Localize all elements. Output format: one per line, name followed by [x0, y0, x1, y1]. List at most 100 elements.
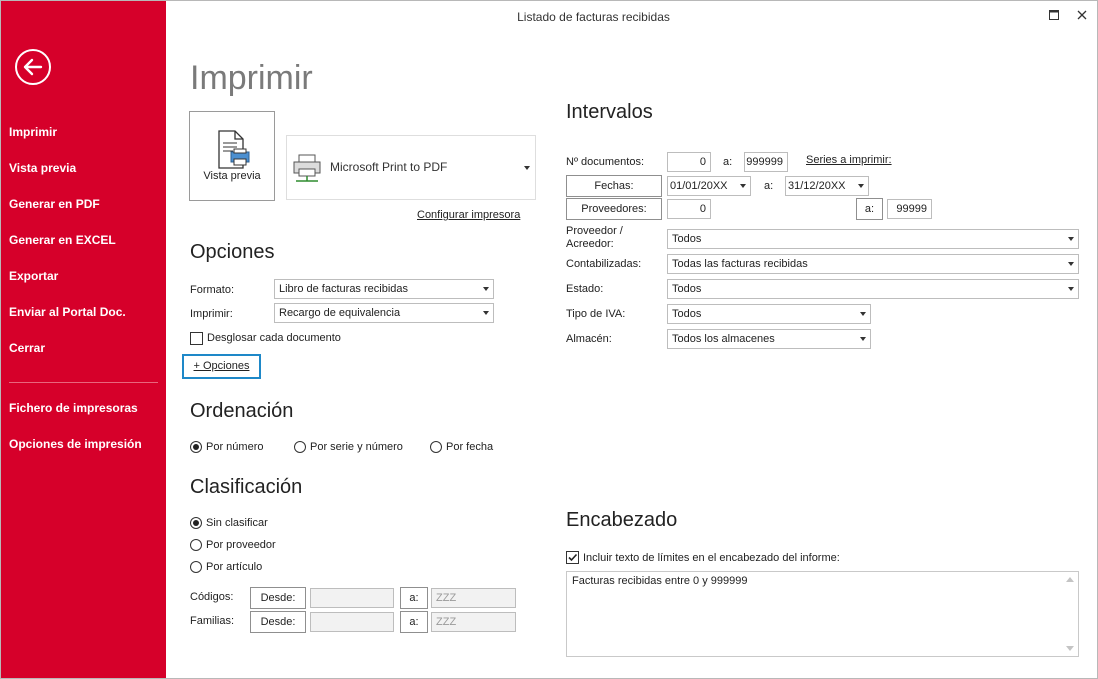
scroll-up-icon [1066, 577, 1074, 582]
estado-select[interactable]: Todos [667, 279, 1079, 299]
window-title: Listado de facturas recibidas [517, 10, 670, 24]
codigos-a-button[interactable]: a: [400, 587, 428, 609]
sidebar-item-exportar[interactable]: Exportar [9, 269, 58, 283]
printer-select[interactable]: Microsoft Print to PDF [286, 135, 536, 200]
back-button[interactable] [15, 49, 51, 85]
tipo-iva-select[interactable]: Todos [667, 304, 871, 324]
chevron-down-icon [860, 337, 866, 341]
contabilizadas-label: Contabilizadas: [566, 258, 642, 270]
radio-sin-clasificar[interactable] [190, 517, 202, 529]
chevron-down-icon [483, 287, 489, 291]
radio-por-numero[interactable] [190, 441, 202, 453]
preview-button[interactable]: Vista previa [189, 111, 275, 201]
maximize-icon [1049, 10, 1059, 20]
proveedores-from-input[interactable]: 0 [667, 199, 711, 219]
por-numero-label: Por número [206, 441, 264, 453]
encabezado-textarea[interactable]: Facturas recibidas entre 0 y 999999 [566, 571, 1079, 657]
familias-label: Familias: [190, 615, 235, 627]
checkmark-icon [568, 553, 578, 562]
por-proveedor-label: Por proveedor [206, 539, 276, 551]
imprimir-select[interactable]: Recargo de equivalencia [274, 303, 494, 323]
maximize-button[interactable] [1044, 7, 1064, 23]
imprimir-value: Recargo de equivalencia [279, 307, 401, 319]
fecha-from-input[interactable]: 01/01/20XX [667, 176, 751, 196]
sidebar-item-generar-pdf[interactable]: Generar en PDF [9, 197, 100, 211]
codigos-hasta-input[interactable]: ZZZ [431, 588, 516, 608]
chevron-down-icon [860, 312, 866, 316]
documentos-to-input[interactable]: 999999 [744, 152, 788, 172]
printer-name: Microsoft Print to PDF [330, 160, 448, 174]
fechas-a-label: a: [764, 180, 774, 192]
radio-por-fecha[interactable] [430, 441, 442, 453]
codigos-desde-button[interactable]: Desde: [250, 587, 306, 609]
sidebar-item-generar-excel[interactable]: Generar en EXCEL [9, 233, 116, 247]
codigos-label: Códigos: [190, 591, 234, 603]
por-articulo-label: Por artículo [206, 561, 263, 573]
sidebar-item-fichero-impresoras[interactable]: Fichero de impresoras [9, 401, 138, 415]
intervalos-heading: Intervalos [566, 101, 653, 123]
incluir-limites-checkbox[interactable] [566, 551, 579, 564]
proveedores-button[interactable]: Proveedores: [566, 198, 662, 220]
textarea-scrollbar[interactable] [1062, 572, 1078, 656]
documentos-from-input[interactable]: 0 [667, 152, 711, 172]
encabezado-text: Facturas recibidas entre 0 y 999999 [572, 575, 748, 587]
chevron-down-icon [1068, 287, 1074, 291]
desglosar-label: Desglosar cada documento [207, 332, 341, 344]
proveedor-select[interactable]: Todos [667, 229, 1079, 249]
sidebar-item-vista-previa[interactable]: Vista previa [9, 161, 76, 175]
sidebar: Imprimir Vista previa Generar en PDF Gen… [1, 1, 166, 678]
desglosar-checkbox[interactable] [190, 332, 203, 345]
series-imprimir-link[interactable]: Series a imprimir: [806, 154, 892, 166]
almacen-label: Almacén: [566, 333, 612, 345]
radio-por-serie-numero[interactable] [294, 441, 306, 453]
formato-value: Libro de facturas recibidas [279, 283, 409, 295]
arrow-left-icon [23, 58, 43, 76]
tipo-iva-value: Todos [672, 308, 702, 320]
proveedores-to-input[interactable]: 99999 [887, 199, 932, 219]
por-fecha-label: Por fecha [446, 441, 494, 453]
contabilizadas-select[interactable]: Todas las facturas recibidas [667, 254, 1079, 274]
mas-opciones-button[interactable]: + Opciones [182, 354, 261, 379]
chevron-down-icon [483, 311, 489, 315]
radio-por-proveedor[interactable] [190, 539, 202, 551]
close-button[interactable] [1072, 7, 1092, 23]
chevron-down-icon [858, 184, 864, 188]
familias-hasta-input[interactable]: ZZZ [431, 612, 516, 632]
formato-label: Formato: [190, 284, 235, 296]
sidebar-item-imprimir[interactable]: Imprimir [9, 125, 57, 139]
fecha-to-input[interactable]: 31/12/20XX [785, 176, 869, 196]
imprimir-label: Imprimir: [190, 308, 233, 320]
sidebar-item-enviar-portal[interactable]: Enviar al Portal Doc. [9, 305, 126, 319]
configurar-impresora-link[interactable]: Configurar impresora [417, 209, 520, 221]
proveedores-a-button[interactable]: a: [856, 198, 883, 220]
radio-por-articulo[interactable] [190, 561, 202, 573]
familias-desde-button[interactable]: Desde: [250, 611, 306, 633]
proveedor-value: Todos [672, 233, 702, 245]
documentos-label: Nº documentos: [566, 156, 644, 168]
formato-select[interactable]: Libro de facturas recibidas [274, 279, 494, 299]
sidebar-item-opciones-impresion[interactable]: Opciones de impresión [9, 437, 142, 451]
almacen-select[interactable]: Todos los almacenes [667, 329, 871, 349]
por-serie-numero-label: Por serie y número [310, 441, 403, 453]
fechas-button[interactable]: Fechas: [566, 175, 662, 197]
chevron-down-icon [1068, 237, 1074, 241]
clasificacion-heading: Clasificación [190, 476, 303, 498]
mas-opciones-label: + Opciones [193, 360, 250, 372]
chevron-down-icon [740, 184, 746, 188]
tipo-iva-label: Tipo de IVA: [566, 308, 626, 320]
page-title: Imprimir [190, 59, 313, 97]
codigos-desde-input[interactable] [310, 588, 394, 608]
encabezado-heading: Encabezado [566, 509, 678, 531]
opciones-heading: Opciones [190, 241, 275, 263]
estado-value: Todos [672, 283, 702, 295]
scroll-down-icon [1066, 646, 1074, 651]
print-window: Imprimir Vista previa Generar en PDF Gen… [0, 0, 1098, 679]
chevron-down-icon [524, 166, 530, 170]
familias-a-button[interactable]: a: [400, 611, 428, 633]
familias-desde-input[interactable] [310, 612, 394, 632]
proveedor-acreedor-label: Proveedor / Acreedor: [566, 225, 623, 250]
sidebar-item-cerrar[interactable]: Cerrar [9, 341, 45, 355]
chevron-down-icon [1068, 262, 1074, 266]
title-bar: Listado de facturas recibidas [166, 1, 1097, 33]
preview-label: Vista previa [203, 170, 261, 182]
